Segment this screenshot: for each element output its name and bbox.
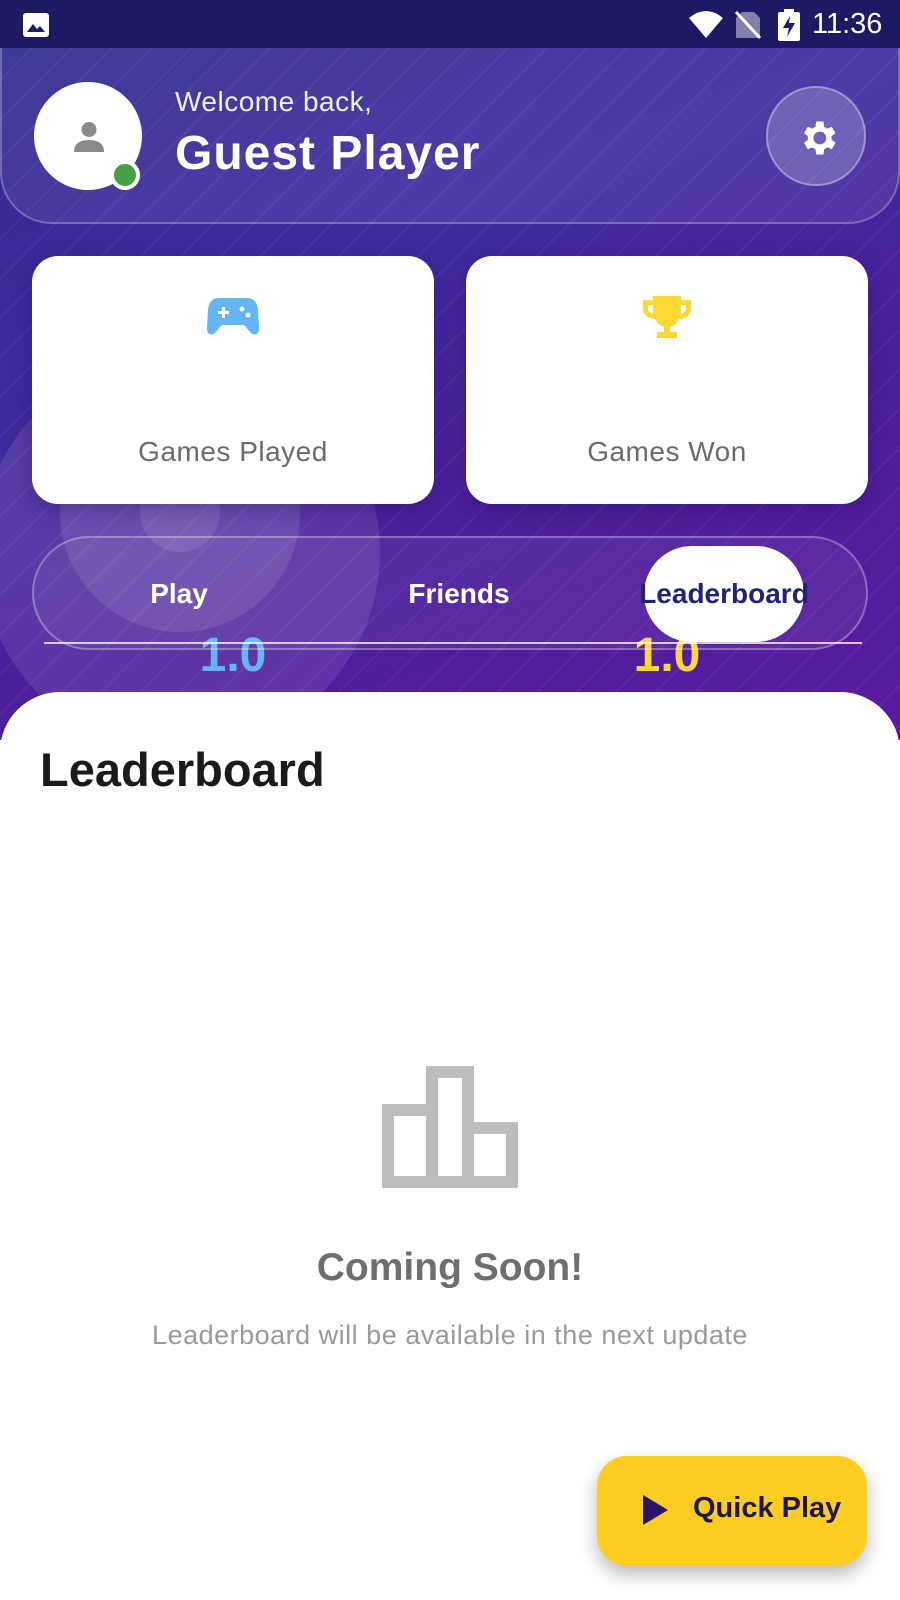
tab-friends[interactable]: Friends bbox=[324, 546, 594, 642]
no-sim-icon bbox=[734, 10, 762, 40]
play-icon bbox=[643, 1495, 668, 1525]
tab-indicator-line bbox=[44, 642, 862, 644]
stat-card-games-played: 1.0 Games Played bbox=[32, 256, 434, 682]
settings-button[interactable] bbox=[766, 86, 866, 186]
trophy-icon bbox=[643, 296, 691, 338]
gamepad-icon bbox=[207, 298, 259, 335]
gear-icon bbox=[804, 121, 836, 155]
tab-leaderboard[interactable]: Leaderboard bbox=[639, 546, 809, 642]
welcome-text: Welcome back, bbox=[175, 86, 373, 117]
section-title: Leaderboard bbox=[40, 743, 325, 796]
stat-card-games-won: 1.0 Games Won bbox=[466, 256, 868, 682]
quick-play-button[interactable]: Quick Play bbox=[597, 1456, 867, 1566]
tab-bar: Play Friends Leaderboard bbox=[32, 536, 868, 650]
person-icon bbox=[74, 122, 104, 152]
status-time: 11:36 bbox=[812, 8, 883, 40]
games-played-label: Games Played bbox=[138, 436, 328, 467]
games-won-label: Games Won bbox=[587, 436, 747, 467]
empty-state-title: Coming Soon! bbox=[316, 1246, 584, 1289]
empty-state-subtitle: Leaderboard will be available in the nex… bbox=[152, 1320, 748, 1350]
quick-play-label: Quick Play bbox=[693, 1492, 842, 1524]
wifi-icon bbox=[689, 11, 723, 38]
gallery-icon bbox=[23, 13, 49, 37]
tab-play[interactable]: Play bbox=[44, 546, 314, 642]
status-bar: 11:36 bbox=[0, 0, 900, 48]
online-status-indicator bbox=[110, 160, 140, 190]
leaderboard-icon bbox=[382, 1066, 518, 1188]
player-name: Guest Player bbox=[175, 127, 481, 180]
battery-charging-icon bbox=[778, 9, 800, 41]
